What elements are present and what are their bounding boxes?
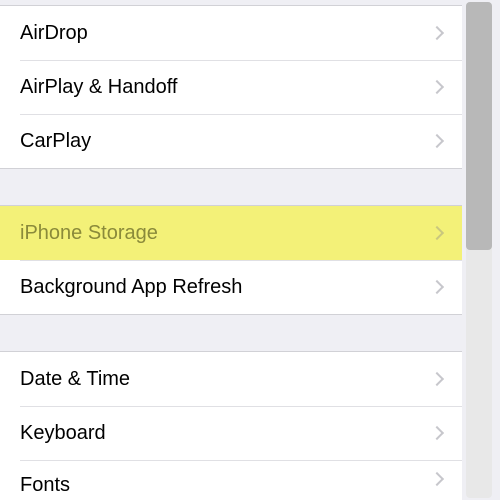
chevron-right-icon [430,226,444,240]
row-label: Keyboard [20,422,106,445]
row-background-app-refresh[interactable]: Background App Refresh [0,260,462,314]
row-label: iPhone Storage [20,222,158,245]
chevron-right-icon [430,280,444,294]
row-carplay[interactable]: CarPlay [0,114,462,168]
row-label: Background App Refresh [20,276,242,299]
row-iphone-storage[interactable]: iPhone Storage [0,206,462,260]
chevron-right-icon [430,80,444,94]
row-date-time[interactable]: Date & Time [0,352,462,406]
chevron-right-icon [430,134,444,148]
spacer [0,315,462,351]
chevron-right-icon [430,372,444,386]
row-label: Fonts [20,474,70,497]
row-fonts[interactable]: Fonts [0,460,462,500]
chevron-right-icon [430,26,444,40]
row-keyboard[interactable]: Keyboard [0,406,462,460]
settings-group-3: Date & Time Keyboard Fonts [0,351,462,500]
row-label: AirPlay & Handoff [20,76,178,99]
spacer [0,169,462,205]
settings-group-1: AirDrop AirPlay & Handoff CarPlay [0,5,462,169]
row-airplay-handoff[interactable]: AirPlay & Handoff [0,60,462,114]
settings-group-2: iPhone Storage Background App Refresh [0,205,462,315]
chevron-right-icon [430,426,444,440]
scrollbar-thumb[interactable] [466,2,492,250]
row-label: CarPlay [20,130,91,153]
row-label: Date & Time [20,368,130,391]
row-label: AirDrop [20,22,88,45]
settings-list: AirDrop AirPlay & Handoff CarPlay iPhone… [0,0,462,500]
row-airdrop[interactable]: AirDrop [0,6,462,60]
scrollbar-track[interactable] [466,2,492,498]
chevron-right-icon [430,472,444,486]
